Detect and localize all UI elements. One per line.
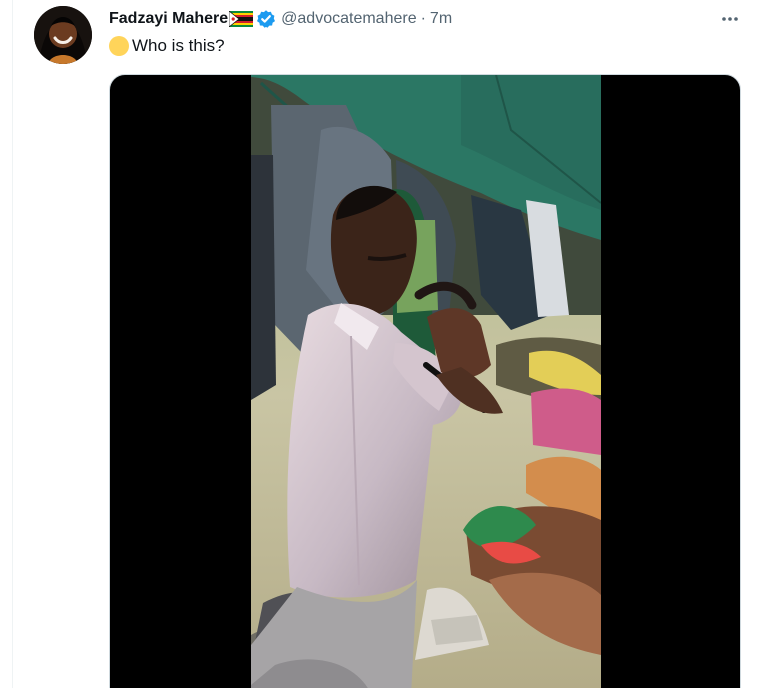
tweet-text-content: Who is this? — [132, 36, 225, 55]
tweet-timestamp[interactable]: 7m — [430, 9, 452, 29]
more-options-button[interactable] — [718, 9, 742, 29]
author-handle[interactable]: @advocatemahere — [281, 9, 416, 29]
zimbabwe-flag-icon — [228, 10, 254, 28]
tweet-page: Fadzayi Mahere @advocatemahere · 7m Who … — [0, 0, 757, 688]
verified-badge-icon[interactable] — [256, 9, 276, 29]
video-media-card[interactable] — [109, 74, 741, 688]
video-thumbnail-image — [251, 75, 601, 688]
more-options-icon — [722, 17, 738, 21]
yellow-circle-icon — [109, 36, 129, 56]
avatar-image — [34, 6, 92, 64]
meta-separator: · — [420, 10, 426, 27]
avatar[interactable] — [34, 6, 92, 64]
tweet-header: Fadzayi Mahere @advocatemahere · 7m — [109, 9, 452, 29]
author-display-name[interactable]: Fadzayi Mahere — [109, 9, 228, 29]
video-thumbnail[interactable] — [251, 75, 601, 688]
timeline-divider — [12, 0, 13, 688]
tweet-text: Who is this? — [109, 35, 225, 57]
